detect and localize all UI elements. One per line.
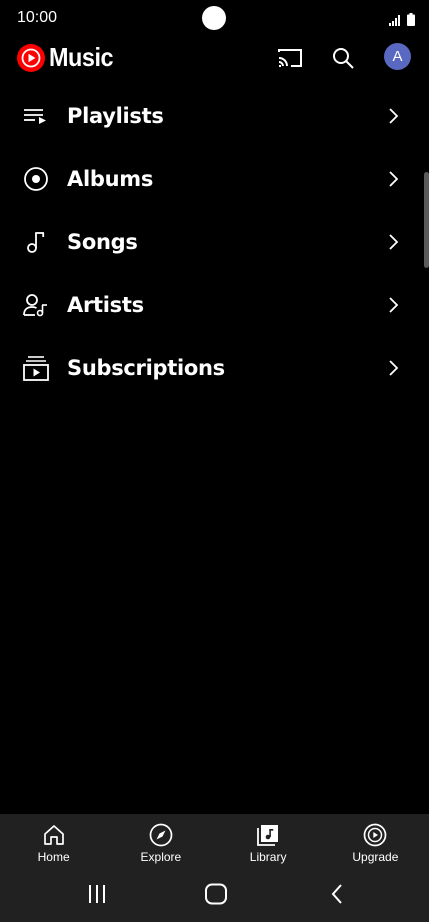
system-nav-bar <box>0 866 429 922</box>
menu-item-artists[interactable]: Artists <box>0 273 429 336</box>
bottom-nav: Home Explore Library Upgrade <box>0 814 429 866</box>
chevron-right-icon <box>384 170 402 188</box>
nav-library[interactable]: Library <box>215 814 322 866</box>
battery-icon <box>407 11 415 30</box>
nav-label: Upgrade <box>352 850 399 864</box>
camera-cutout <box>202 6 226 30</box>
youtube-music-logo-icon <box>17 43 45 72</box>
chevron-right-icon <box>384 296 402 314</box>
chevron-right-icon <box>384 107 402 125</box>
menu-item-albums[interactable]: Albums <box>0 147 429 210</box>
menu-item-label: Albums <box>67 166 154 191</box>
compass-icon <box>148 822 174 848</box>
upgrade-icon <box>362 822 388 848</box>
library-menu: Playlists Albums Songs Artists Subscript… <box>0 84 429 399</box>
menu-item-songs[interactable]: Songs <box>0 210 429 273</box>
chevron-right-icon <box>384 233 402 251</box>
song-note-icon <box>22 228 50 256</box>
nav-upgrade[interactable]: Upgrade <box>322 814 429 866</box>
scrollbar[interactable] <box>424 172 429 268</box>
signal-icon <box>389 11 401 30</box>
avatar[interactable]: A <box>384 43 411 70</box>
library-icon <box>255 822 281 848</box>
nav-label: Explore <box>140 850 182 864</box>
status-bar: 10:00 <box>0 0 429 36</box>
artist-icon <box>22 291 50 319</box>
status-time: 10:00 <box>17 9 58 26</box>
youtube-music-logo: Music <box>17 42 120 73</box>
recent-apps-icon[interactable] <box>83 882 111 906</box>
search-icon[interactable] <box>329 44 357 72</box>
nav-home[interactable]: Home <box>0 814 107 866</box>
nav-explore[interactable]: Explore <box>107 814 214 866</box>
home-icon <box>41 822 67 848</box>
home-button-icon[interactable] <box>202 882 230 906</box>
nav-label: Library <box>249 850 287 864</box>
subscriptions-icon <box>22 354 50 382</box>
menu-item-label: Subscriptions <box>67 355 225 380</box>
menu-item-subscriptions[interactable]: Subscriptions <box>0 336 429 399</box>
menu-item-label: Playlists <box>67 103 164 128</box>
status-icons <box>389 11 415 30</box>
back-icon[interactable] <box>323 882 351 906</box>
menu-item-playlists[interactable]: Playlists <box>0 84 429 147</box>
menu-item-label: Songs <box>67 229 138 254</box>
chevron-right-icon <box>384 359 402 377</box>
nav-label: Home <box>37 850 70 864</box>
album-icon <box>22 165 50 193</box>
app-name: Music <box>49 42 114 72</box>
menu-item-label: Artists <box>67 292 144 317</box>
playlist-icon <box>22 102 50 130</box>
cast-icon[interactable] <box>276 44 304 72</box>
app-header: Music A <box>0 36 429 80</box>
